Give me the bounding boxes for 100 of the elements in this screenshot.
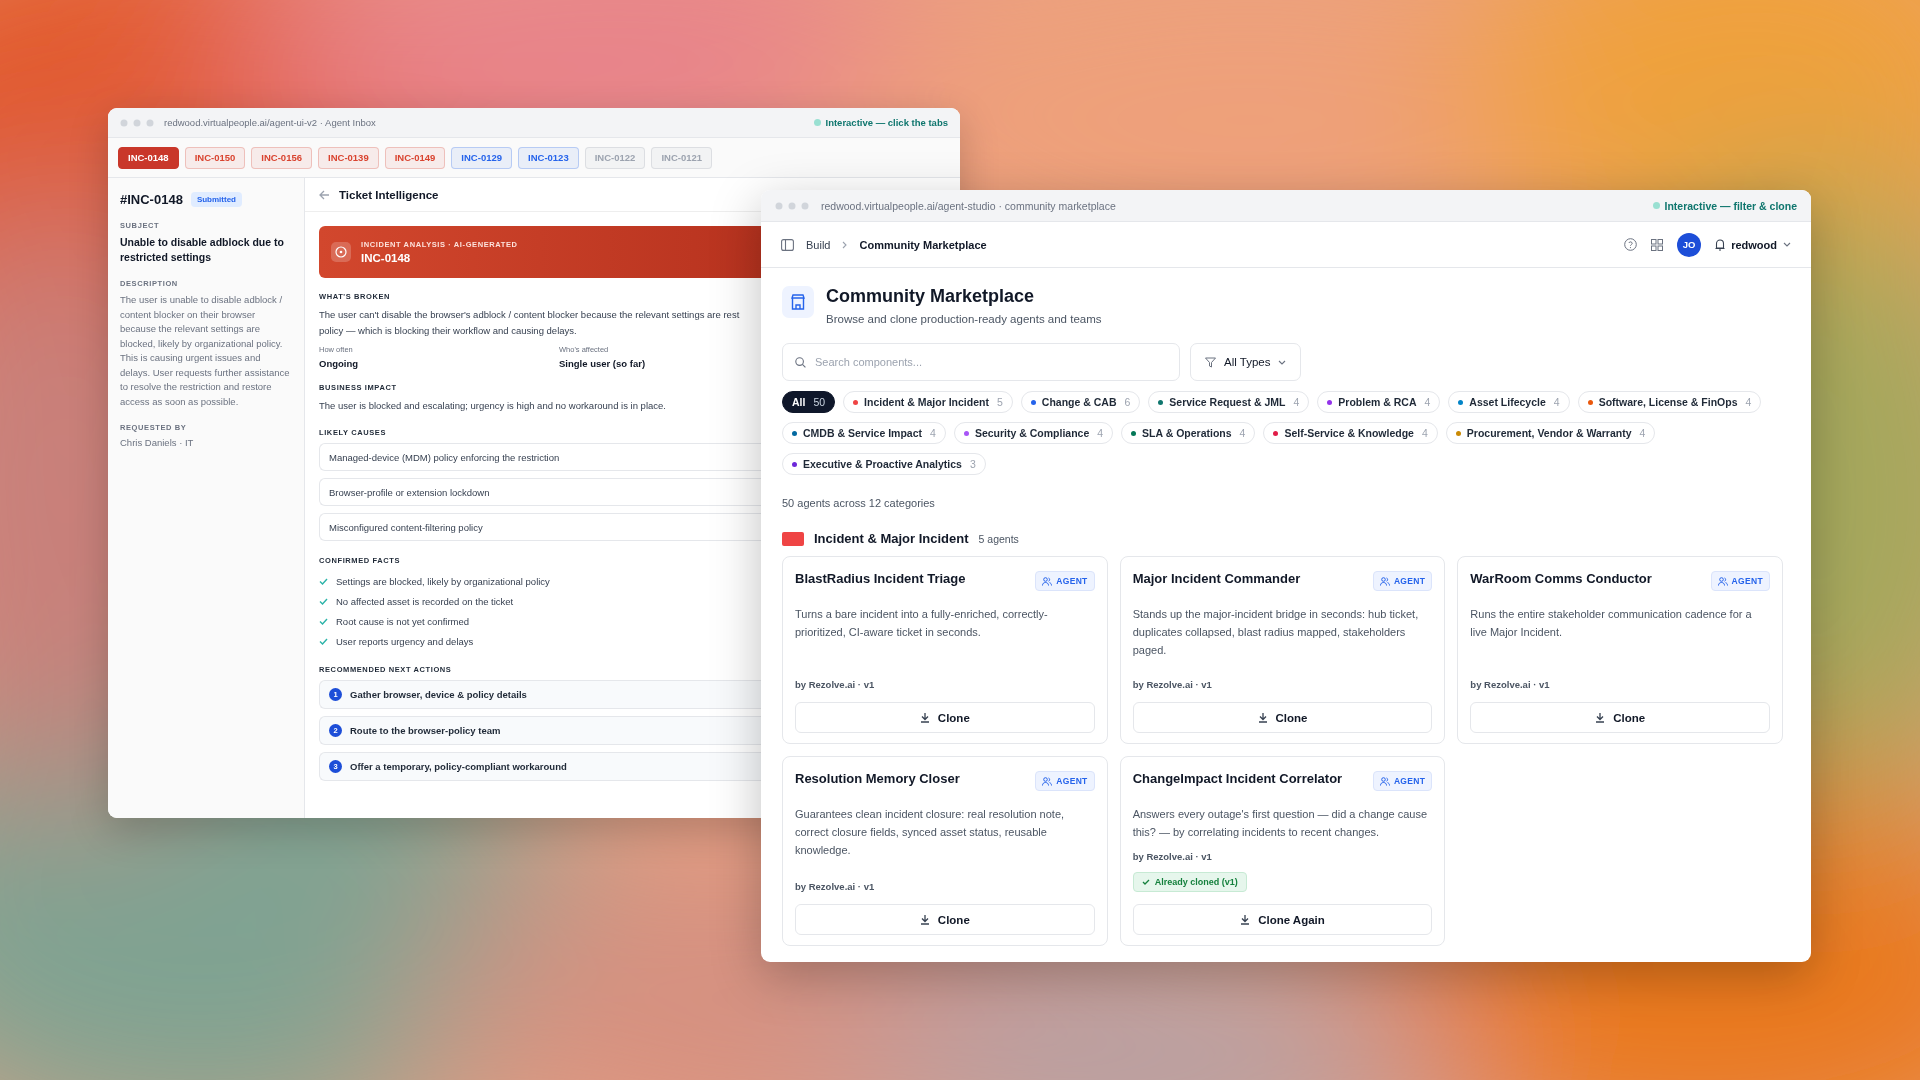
ticket-id: #INC-0148: [120, 192, 183, 207]
check-icon: [319, 617, 328, 625]
ticket-tab[interactable]: INC-0129: [451, 146, 513, 169]
category-chip[interactable]: Procurement, Vendor & Warranty 4: [1445, 422, 1656, 444]
agent-description: Turns a bare incident into a fully-enriched, correctly-prioritized, CI-aware ticket in seconds.: [795, 607, 1049, 640]
body-text: The user can't disable the browser's adblock / content blocker because the relevant settings are rest: [319, 308, 741, 322]
page-address: redwood.virtualpeople.ai/agent-ui-v2 · Agent Inbox: [164, 117, 376, 128]
status-badge: Submitted: [190, 192, 242, 207]
page-subtitle: Browse and clone production-ready agents and teams: [826, 313, 1102, 325]
agent-name: Major Incident Commander: [1132, 571, 1301, 586]
status-dot-icon: [813, 119, 821, 126]
breadcrumb-current: Community Marketplace: [859, 238, 987, 251]
agent-author: by Rezolve.ai · v1: [1470, 679, 1551, 690]
window-dots-icon: [120, 118, 154, 127]
category-chip[interactable]: Asset Lifecycle 4: [1448, 391, 1570, 413]
target-icon: [331, 242, 351, 262]
check-icon: [319, 637, 328, 645]
category-chip[interactable]: CMDB & Service Impact 4: [782, 422, 946, 444]
agent-name: ChangeImpact Incident Correlator: [1132, 771, 1343, 786]
section-title: Incident & Major Incident: [814, 531, 969, 546]
action-text: Offer a temporary, policy-compliant workaround: [350, 761, 567, 772]
check-icon: [1141, 879, 1150, 885]
ticket-tab[interactable]: INC-0123: [518, 146, 579, 169]
agent-description: Stands up the major-incident bridge in seconds: hub ticket, duplicates collapsed, blast radius mapped, stakeholders paged.: [1132, 607, 1420, 658]
breadcrumb-link[interactable]: Build: [806, 238, 831, 251]
agent-name: BlastRadius Incident Triage: [795, 571, 966, 586]
category-chip[interactable]: SLA & Operations 4: [1121, 422, 1256, 444]
people-icon: [1379, 576, 1390, 586]
agent-badge: AGENT: [1372, 571, 1433, 591]
people-icon: [1042, 576, 1053, 586]
fact-value: Ongoing: [319, 358, 360, 369]
ticket-subject: Unable to disable adblock due to restricted settings: [120, 235, 285, 265]
agent-name: Resolution Memory Closer: [795, 771, 960, 786]
hint-text: Interactive — filter & clone: [1664, 199, 1797, 212]
user-avatar[interactable]: JO: [1677, 232, 1702, 257]
cloned-badge: Already cloned (v1): [1132, 872, 1247, 892]
clone-button[interactable]: Clone Again: [1132, 904, 1433, 935]
cause-item: Managed-device (MDM) policy enforcing the restriction: [319, 443, 761, 471]
agent-badge: AGENT: [1035, 771, 1095, 791]
category-chip[interactable]: Executive & Proactive Analytics 3: [782, 453, 986, 475]
page-address: redwood.virtualpeople.ai/agent-studio · community marketplace: [821, 199, 1116, 212]
type-filter-dropdown[interactable]: All Types: [1190, 343, 1302, 381]
agent-badge: AGENT: [1710, 571, 1770, 591]
fact-item: User reports urgency and delays: [336, 635, 474, 647]
filter-icon: [1205, 356, 1216, 368]
banner-title: INC-0148: [361, 252, 412, 264]
category-chip[interactable]: Service Request & JML 4: [1148, 391, 1310, 413]
page-title: Community Marketplace: [826, 286, 1036, 307]
category-chip[interactable]: Change & CAB 6: [1020, 391, 1141, 413]
ticket-tab[interactable]: INC-0149: [384, 146, 446, 169]
download-icon: [919, 914, 930, 925]
clone-button[interactable]: Clone: [1132, 702, 1433, 733]
category-chip[interactable]: Security & Compliance 4: [953, 422, 1114, 444]
cause-item: Misconfigured content-filtering policy: [319, 513, 761, 541]
status-dot-icon: [1652, 202, 1660, 209]
clone-button[interactable]: Clone: [1470, 702, 1770, 733]
sidebar-toggle-icon[interactable]: [781, 238, 794, 251]
help-icon[interactable]: [1624, 238, 1638, 251]
category-chip[interactable]: Incident & Major Incident 5: [843, 391, 1013, 413]
clone-button[interactable]: Clone: [795, 702, 1095, 733]
fact-item: Root cause is not yet confirmed: [336, 615, 470, 627]
ticket-tab[interactable]: INC-0148: [118, 146, 179, 169]
agent-author: by Rezolve.ai · v1: [795, 679, 876, 690]
bell-icon: [1715, 238, 1726, 251]
results-summary: 50 agents across 12 categories: [782, 497, 936, 509]
agent-name: WarRoom Comms Conductor: [1470, 571, 1652, 586]
agent-description: Answers every outage's first question — did a change cause this? — by correlating incidents to recent changes.: [1132, 807, 1429, 840]
fact-value: Single user (so far): [559, 358, 647, 369]
hint-text: Interactive — click the tabs: [825, 117, 948, 128]
search-field[interactable]: Search components...: [782, 343, 1180, 381]
fact-item: Settings are blocked, likely by organizational policy: [336, 575, 550, 587]
check-icon: [319, 577, 328, 585]
ticket-description: The user is unable to disable adblock / content blocker on their browser because the relevant settings are blocked, likely by organizational policy. This is causing urgent issues and delays. User requests further assistance to resolve the restriction and restore access as soon as possible.: [120, 293, 291, 409]
download-icon: [1240, 914, 1251, 925]
action-text: Gather browser, device & policy details: [350, 689, 527, 700]
ticket-tab[interactable]: INC-0139: [318, 146, 379, 169]
clone-button[interactable]: Clone: [795, 904, 1095, 935]
cause-item: Browser-profile or extension lockdown: [319, 478, 761, 506]
agent-description: Runs the entire stakeholder communication cadence for a live Major Incident.: [1470, 607, 1753, 640]
search-icon: [795, 357, 806, 368]
category-chip[interactable]: Software, License & FinOps 4: [1577, 391, 1762, 413]
store-icon: [782, 286, 814, 318]
agent-author: by Rezolve.ai · v1: [795, 881, 876, 892]
window-dots-icon: [775, 201, 809, 210]
category-chip[interactable]: Problem & RCA 4: [1317, 391, 1441, 413]
download-icon: [919, 712, 930, 723]
agent-author: by Rezolve.ai · v1: [1132, 851, 1213, 862]
check-icon: [319, 597, 328, 605]
back-arrow-icon[interactable]: [319, 189, 330, 200]
agent-badge: AGENT: [1035, 571, 1095, 591]
grid-icon[interactable]: [1651, 238, 1664, 251]
ticket-tab[interactable]: INC-0150: [184, 146, 246, 169]
category-chip[interactable]: Self-Service & Knowledge 4: [1263, 422, 1438, 444]
workspace-menu[interactable]: redwood: [1715, 238, 1791, 251]
panel-title: Ticket Intelligence: [339, 188, 439, 201]
category-chip[interactable]: All 50: [782, 391, 836, 413]
agent-description: Guarantees clean incident closure: real resolution note, correct closure fields, synced asset status, reusable knowledge.: [795, 807, 1066, 858]
body-text: The user is blocked and escalating; urgency is high and no workaround is in place.: [319, 399, 667, 413]
download-icon: [1595, 712, 1606, 723]
ticket-tab[interactable]: INC-0156: [251, 146, 312, 169]
